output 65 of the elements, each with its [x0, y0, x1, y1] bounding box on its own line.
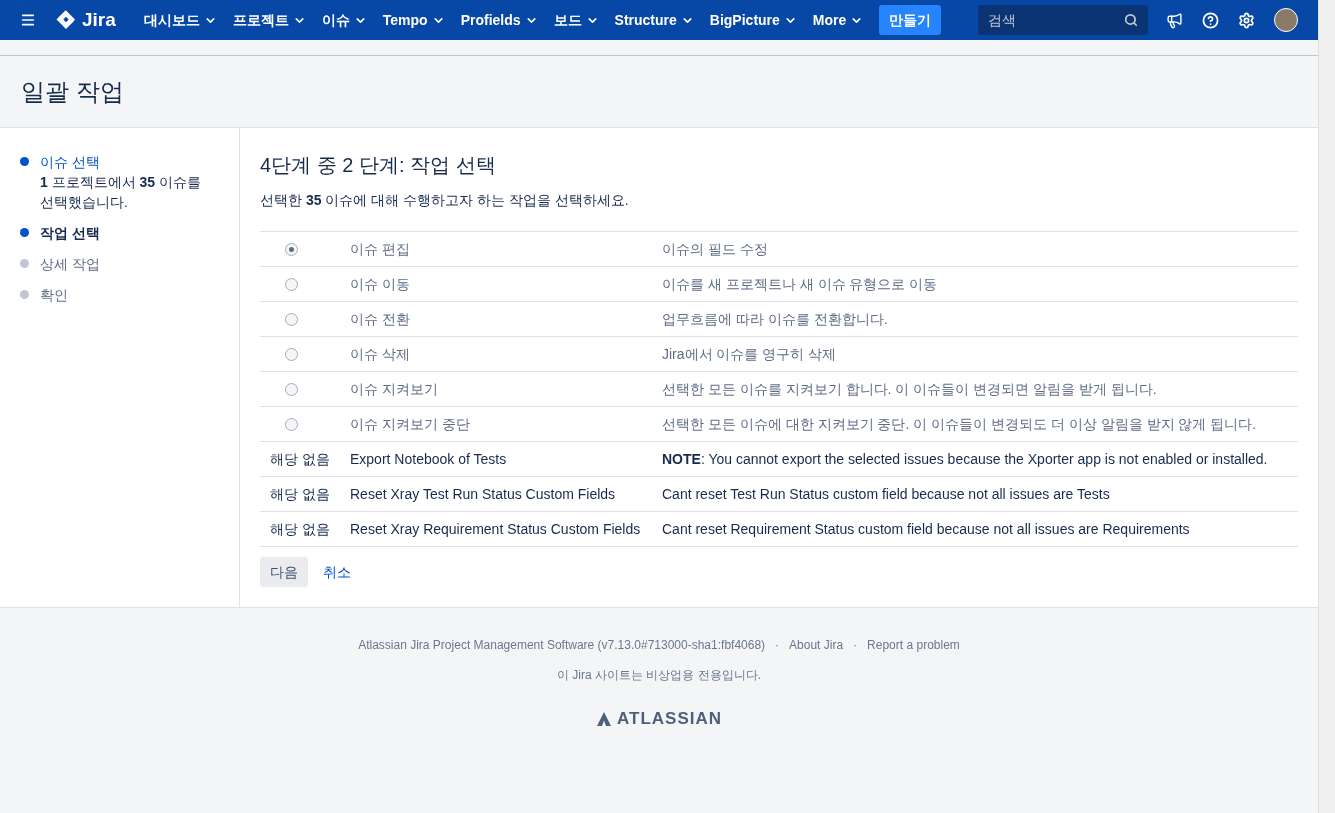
nav-menu[interactable]: BigPicture: [701, 5, 805, 35]
operation-description: 업무흐름에 따라 이슈를 전환합니다.: [662, 310, 888, 327]
megaphone-icon[interactable]: [1166, 11, 1183, 29]
footer-link[interactable]: Atlassian Jira Project Management Software (v7.13.0#713000-sha1:fbf4068): [358, 636, 766, 654]
radio-button[interactable]: [285, 347, 298, 361]
operation-description: NOTE: You cannot export the selected issues because the Xporter app is not enabled or installed.: [662, 450, 1268, 467]
nav-menu[interactable]: 프로젝트: [224, 5, 314, 35]
operation-name: 이슈 지켜보기 중단: [350, 415, 470, 432]
status-text: 해당 없음: [270, 519, 330, 539]
search-icon[interactable]: [1124, 13, 1138, 27]
create-button[interactable]: 만들기: [879, 5, 942, 35]
avatar[interactable]: [1274, 8, 1298, 32]
status-text: 해당 없음: [270, 484, 330, 504]
brand-name: ATLASSIAN: [617, 708, 722, 730]
operation-description: 이슈의 필드 수정: [662, 240, 768, 257]
nav-menu[interactable]: 대시보드: [135, 5, 225, 35]
radio-button[interactable]: [285, 312, 298, 326]
search-field[interactable]: 검색: [978, 5, 1148, 35]
step-label: 확인: [40, 286, 68, 305]
help-icon[interactable]: [1202, 11, 1219, 29]
next-button[interactable]: 다음: [260, 557, 308, 587]
settings-icon[interactable]: [1238, 11, 1255, 29]
separator-dot: ·: [853, 637, 858, 654]
cancel-link[interactable]: 취소: [313, 557, 361, 587]
operation-name: Export Notebook of Tests: [350, 450, 507, 467]
separator-dot: ·: [775, 637, 780, 654]
radio-button[interactable]: [285, 242, 298, 256]
page-title: 일괄 작업: [21, 76, 124, 107]
nav-menu[interactable]: Tempo: [374, 5, 453, 35]
operation-description: Cant reset Requirement Status custom field because not all issues are Requirements: [662, 520, 1190, 537]
operation-description: 선택한 모든 이슈를 지켜보기 합니다. 이 이슈들이 변경되면 알림을 받게 됩니다.: [662, 380, 1157, 397]
jira-logo-icon[interactable]: [56, 10, 76, 30]
nav-menu[interactable]: More: [804, 5, 872, 35]
operation-name: Reset Xray Test Run Status Custom Fields: [350, 485, 616, 502]
operation-description: 선택한 모든 이슈에 대한 지켜보기 중단. 이 이슈들이 변경되도 더 이상 알림을 받지 않게 됩니다.: [662, 415, 1257, 432]
operation-name: 이슈 이동: [350, 275, 410, 292]
step-detail: 1 프로젝트에서 35 이슈를 선택했습니다.: [40, 173, 203, 212]
operation-name: Reset Xray Requirement Status Custom Fields: [350, 520, 641, 537]
footer-link[interactable]: About Jira: [789, 636, 844, 654]
menu-icon[interactable]: [20, 12, 36, 28]
status-text: 해당 없음: [270, 449, 330, 469]
nav-menu[interactable]: Structure: [606, 5, 702, 35]
instruction-text: 선택한 35 이슈에 대해 수행하고자 하는 작업을 선택하세요.: [260, 191, 630, 210]
step-label: 작업 선택: [40, 224, 100, 243]
operation-name: 이슈 지켜보기: [350, 380, 438, 397]
radio-button[interactable]: [285, 382, 298, 396]
nav-menu[interactable]: Profields: [452, 5, 546, 35]
operation-name: 이슈 편집: [350, 240, 410, 257]
nav-menu[interactable]: 이슈: [313, 5, 375, 35]
atlassian-logo-icon: [596, 711, 612, 726]
operation-description: Jira에서 이슈를 영구히 삭제: [662, 345, 837, 362]
operation-description: 이슈를 새 프로젝트나 새 이슈 유형으로 이동: [662, 275, 938, 292]
operation-description: Cant reset Test Run Status custom field because not all issues are Tests: [662, 485, 1110, 502]
step-label: 상세 작업: [40, 255, 100, 274]
scrollbar[interactable]: [1318, 0, 1335, 813]
footer-notice: 이 Jira 사이트는 비상업용 전용입니다.: [557, 667, 761, 684]
radio-button[interactable]: [285, 417, 298, 431]
operation-name: 이슈 삭제: [350, 345, 410, 362]
nav-menu[interactable]: 보드: [545, 5, 607, 35]
radio-button[interactable]: [285, 277, 298, 291]
footer-link[interactable]: Report a problem: [867, 636, 960, 654]
logo-text[interactable]: Jira: [82, 5, 116, 35]
step-label: 이슈 선택: [40, 153, 101, 172]
step-heading: 4단계 중 2 단계: 작업 선택: [260, 153, 497, 178]
operation-name: 이슈 전환: [350, 310, 410, 327]
